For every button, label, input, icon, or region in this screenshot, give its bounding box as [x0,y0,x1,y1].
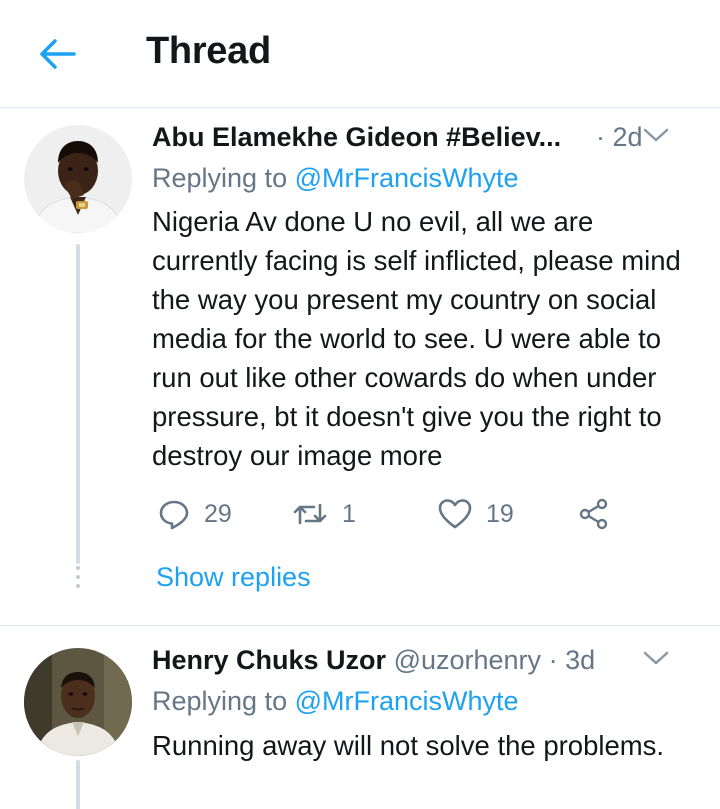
reply-button[interactable]: 29 [158,496,232,532]
retweet-button[interactable]: 1 [292,496,356,532]
back-button[interactable] [30,32,86,76]
chevron-down-icon [643,128,669,142]
thread-line [76,244,80,564]
share-icon [579,498,608,530]
display-name[interactable]: Henry Chuks Uzor [152,645,386,675]
tweet[interactable]: Henry Chuks Uzor @uzorhenry · 3d Replyin… [0,627,720,809]
thread-line [76,760,80,809]
thread-ellipsis-icon [76,566,80,590]
tweet[interactable]: Abu Elamekhe Gideon #Believ... · 2d Repl… [0,108,720,626]
heart-icon [438,499,472,529]
show-replies-link[interactable]: Show replies [156,560,311,594]
retweet-icon [293,503,327,525]
page-title: Thread [146,30,271,72]
avatar[interactable] [24,125,132,233]
mention-link[interactable]: @MrFrancisWhyte [295,686,519,716]
display-name[interactable]: Abu Elamekhe Gideon #Believ... [152,120,561,154]
retweet-count: 1 [342,499,356,528]
avatar[interactable] [24,648,132,756]
mention-link[interactable]: @MrFrancisWhyte [295,163,519,193]
chevron-down-icon [643,651,669,665]
reply-count: 29 [204,499,232,528]
reply-icon [159,500,189,530]
replying-to-label: Replying to [152,163,288,193]
tweet-text: Running away will not solve the problems… [152,730,665,761]
timestamp[interactable]: · 2d [596,120,643,154]
tweet-actions: 29 1 19 [152,496,672,532]
share-button[interactable] [578,496,610,532]
thread-header: Thread [0,0,720,108]
replying-to-label: Replying to [152,686,288,716]
tweet-header: Henry Chuks Uzor @uzorhenry · 3d [152,643,696,677]
tweet-menu-button[interactable] [642,126,670,144]
like-button[interactable]: 19 [438,496,514,532]
replying-to: Replying to @MrFrancisWhyte [152,684,519,718]
timestamp[interactable]: · 3d [549,645,596,675]
tweet-text: Nigeria Av done U no evil, all we are cu… [152,206,681,471]
replying-to: Replying to @MrFrancisWhyte [152,161,519,195]
user-handle[interactable]: @uzorhenry [394,645,541,675]
like-count: 19 [486,499,514,528]
tweet-menu-button[interactable] [642,649,670,667]
back-arrow-icon [40,39,76,69]
tweet-header: Abu Elamekhe Gideon #Believ... · 2d [152,120,696,154]
